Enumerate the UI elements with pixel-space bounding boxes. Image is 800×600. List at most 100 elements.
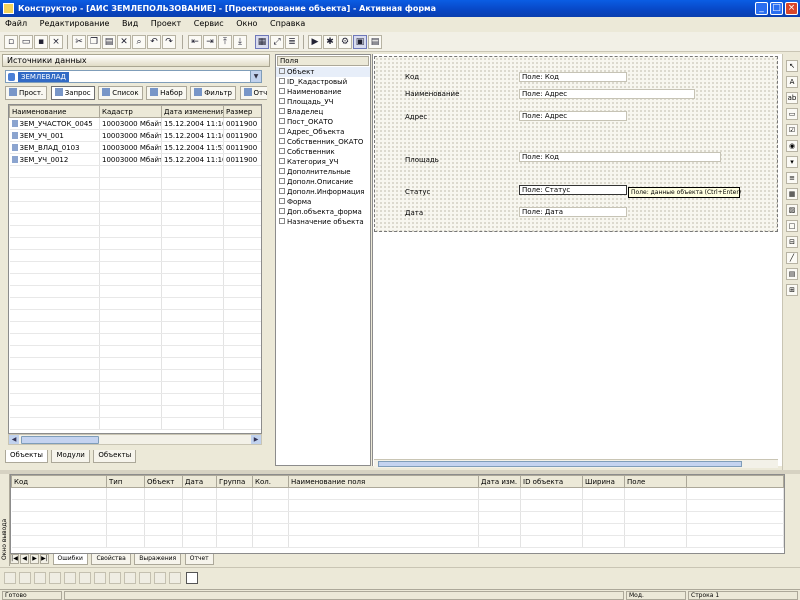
list-tool-icon[interactable]: ≡ — [786, 172, 798, 184]
tool-icon[interactable] — [124, 572, 136, 584]
new-file-icon[interactable]: ▫ — [4, 35, 18, 49]
checkbox-icon[interactable] — [279, 68, 285, 74]
tab-simple[interactable]: Прост. — [5, 86, 48, 100]
tool-icon[interactable] — [109, 572, 121, 584]
redo-icon[interactable]: ↷ — [162, 35, 176, 49]
menu-file[interactable]: Файл — [0, 17, 32, 28]
checkbox-icon[interactable] — [279, 128, 285, 134]
date-tool-icon[interactable]: ▤ — [786, 268, 798, 280]
tab-modules[interactable]: Модули — [51, 450, 90, 463]
field-address[interactable]: Поле: Адрес — [519, 111, 627, 121]
form-view-icon[interactable]: ▣ — [353, 35, 367, 49]
column-header-cadastre[interactable]: Кадастр — [99, 105, 162, 118]
align-left-icon[interactable]: ⇤ — [188, 35, 202, 49]
field-tree-item[interactable]: Дополн.Описание — [276, 177, 370, 187]
chevron-down-icon[interactable]: ▼ — [250, 71, 261, 82]
copy-icon[interactable]: ❐ — [87, 35, 101, 49]
tool-icon[interactable] — [79, 572, 91, 584]
save-icon[interactable]: ▪ — [34, 35, 48, 49]
field-tree-item[interactable]: Площадь_УЧ — [276, 97, 370, 107]
column-header[interactable]: Объект — [144, 475, 183, 488]
column-header-size[interactable]: Размер — [223, 105, 261, 118]
menu-edit[interactable]: Редактирование — [35, 17, 115, 28]
field-tree-item[interactable]: Форма — [276, 197, 370, 207]
tool-icon[interactable] — [139, 572, 151, 584]
column-header[interactable]: Группа — [216, 475, 253, 488]
field-tree-item[interactable]: ID_Кадастровый — [276, 77, 370, 87]
close-doc-icon[interactable]: × — [49, 35, 63, 49]
tab-report-output[interactable]: Отчет — [184, 554, 214, 565]
grid-toggle-icon[interactable]: ▦ — [255, 35, 269, 49]
menu-project[interactable]: Проект — [146, 17, 186, 28]
table-row[interactable]: ЗЕМ_УЧАСТОК_0045 10003000 Мбайт 15.12.2004… — [9, 117, 261, 130]
tool-icon[interactable] — [19, 572, 31, 584]
field-tree-item[interactable]: Пост_ОКАТО — [276, 117, 370, 127]
field-tree-item[interactable]: Наименование — [276, 87, 370, 97]
tab-list[interactable]: Список — [98, 86, 143, 100]
tab-objects[interactable]: Объекты — [5, 450, 48, 463]
nav-prev-icon[interactable]: ◀ — [20, 554, 29, 564]
cut-icon[interactable]: ✂ — [72, 35, 86, 49]
label-tool-icon[interactable]: A — [786, 76, 798, 88]
tool-icon[interactable] — [34, 572, 46, 584]
nav-first-icon[interactable]: |◀ — [10, 554, 19, 564]
size-icon[interactable]: ⤢ — [270, 35, 284, 49]
menu-view[interactable]: Вид — [117, 17, 143, 28]
column-header[interactable]: ID объекта — [520, 475, 583, 488]
tab-set[interactable]: Набор — [146, 86, 187, 100]
debug-icon[interactable]: ✱ — [323, 35, 337, 49]
textbox-tool-icon[interactable]: ab — [786, 92, 798, 104]
field-tree-item[interactable]: Дополн.Информация — [276, 187, 370, 197]
tab-errors[interactable]: Ошибки — [52, 554, 88, 565]
column-header[interactable]: Поле — [624, 475, 687, 488]
radio-tool-icon[interactable]: ◉ — [786, 140, 798, 152]
field-tree-item[interactable]: Собственник — [276, 147, 370, 157]
build-icon[interactable]: ⚙ — [338, 35, 352, 49]
field-tree-item[interactable]: Категория_УЧ — [276, 157, 370, 167]
tab-objects-2[interactable]: Объекты — [93, 450, 137, 463]
table-row[interactable]: ЗЕМ_УЧ_001 10003000 Мбайт 15.12.2004 11:10… — [9, 129, 261, 142]
column-header[interactable]: Кол. — [252, 475, 289, 488]
nav-next-icon[interactable]: ▶ — [30, 554, 39, 564]
tab-query[interactable]: Запрос — [50, 86, 95, 100]
column-header[interactable]: Дата изм. — [478, 475, 521, 488]
field-area[interactable]: Поле: Код — [519, 152, 721, 162]
tab-report[interactable]: Отчет — [239, 86, 267, 100]
align-top-icon[interactable]: ⤒ — [218, 35, 232, 49]
image-tool-icon[interactable]: ▨ — [786, 204, 798, 216]
tool-icon[interactable] — [64, 572, 76, 584]
properties-icon[interactable]: ≣ — [285, 35, 299, 49]
column-header[interactable]: Код — [11, 475, 107, 488]
tree-tool-icon[interactable]: ⊞ — [786, 284, 798, 296]
column-header[interactable]: Ширина — [582, 475, 625, 488]
undo-icon[interactable]: ↶ — [147, 35, 161, 49]
checkbox-icon[interactable] — [279, 178, 285, 184]
layout-icon[interactable] — [186, 572, 198, 584]
scroll-left-icon[interactable]: ◀ — [9, 435, 19, 444]
tab-properties[interactable]: Свойства — [91, 554, 131, 565]
checkbox-icon[interactable] — [279, 158, 285, 164]
tool-icon[interactable] — [4, 572, 16, 584]
field-status[interactable]: Поле: Статус — [519, 185, 627, 195]
checkbox-icon[interactable] — [279, 108, 285, 114]
frame-tool-icon[interactable]: □ — [786, 220, 798, 232]
delete-icon[interactable]: ✕ — [117, 35, 131, 49]
menu-help[interactable]: Справка — [265, 17, 310, 28]
table-row[interactable]: ЗЕМ_УЧ_0012 10003000 Мбайт 15.12.2004 11:1… — [9, 153, 261, 166]
nav-last-icon[interactable]: ▶| — [40, 554, 49, 564]
field-tree-item[interactable]: Собственник_ОКАТО — [276, 137, 370, 147]
column-header[interactable]: Наименование поля — [288, 475, 479, 488]
field-code[interactable]: Поле: Код — [519, 72, 627, 82]
field-date[interactable]: Поле: Дата — [519, 207, 627, 217]
tool-icon[interactable] — [49, 572, 61, 584]
checkbox-icon[interactable] — [279, 78, 285, 84]
scroll-thumb[interactable] — [378, 461, 742, 467]
field-tree-item[interactable]: Владелец — [276, 107, 370, 117]
line-tool-icon[interactable]: ╱ — [786, 252, 798, 264]
field-tree-item[interactable]: Адрес_Объекта — [276, 127, 370, 137]
checkbox-icon[interactable] — [279, 88, 285, 94]
button-tool-icon[interactable]: ▭ — [786, 108, 798, 120]
checkbox-icon[interactable] — [279, 138, 285, 144]
scroll-thumb[interactable] — [21, 436, 99, 444]
column-header-date[interactable]: Дата изменения — [161, 105, 224, 118]
